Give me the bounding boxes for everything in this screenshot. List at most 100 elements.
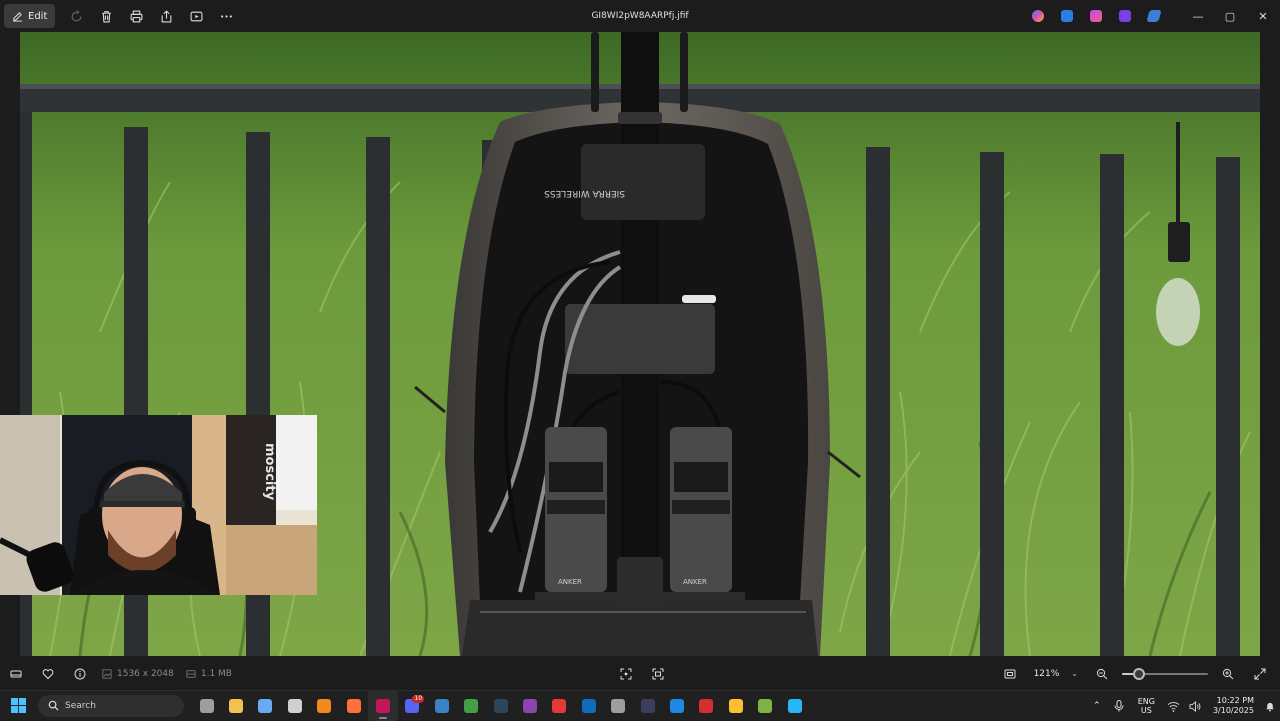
title-bar-right: — ▢ ✕ <box>1023 0 1280 32</box>
battery-left: ANKER <box>545 427 607 592</box>
select-icon <box>620 668 632 679</box>
copilot-icon <box>1031 10 1044 22</box>
taskbar-app-app-red[interactable] <box>545 691 574 721</box>
minimize-button[interactable]: — <box>1182 0 1214 32</box>
chevron-up-icon: ⌃ <box>1092 701 1101 711</box>
lang-code: ENG <box>1137 697 1155 706</box>
language-indicator[interactable]: ENG US <box>1138 697 1155 715</box>
start-button[interactable] <box>0 691 36 721</box>
filmstrip-button[interactable] <box>0 657 32 690</box>
wifi-icon <box>1168 701 1180 712</box>
taskbar-app-firefox[interactable] <box>339 691 368 721</box>
taskbar-app-shield[interactable] <box>603 691 632 721</box>
taskbar-app-file-explorer[interactable] <box>221 691 250 721</box>
obs-icon <box>287 698 302 713</box>
generative-erase-button[interactable] <box>1081 0 1110 32</box>
toolbar: Edit <box>0 0 241 32</box>
photos-app-window: Edit GI8WI2pW8AARPfj.jfif — ▢ ✕ SIERRA W… <box>0 0 1280 690</box>
maximize-button[interactable]: ▢ <box>1214 0 1246 32</box>
lang-region: US <box>1140 706 1152 715</box>
taskbar-app-maps[interactable] <box>457 691 486 721</box>
copilot-button[interactable] <box>1023 0 1052 32</box>
taskbar-app-vlc[interactable] <box>310 691 339 721</box>
notifications-button[interactable] <box>1260 691 1280 721</box>
webcam-overlay: moscity <box>0 415 317 595</box>
taskbar-app-outlook[interactable] <box>574 691 603 721</box>
app-blue-icon <box>669 698 684 713</box>
delete-button[interactable] <box>91 0 121 32</box>
zoom-dropdown[interactable]: 121% ⌄ <box>1026 663 1086 685</box>
print-icon <box>130 10 143 22</box>
taskbar-search[interactable]: Search <box>38 694 184 717</box>
file-info-button[interactable] <box>64 657 96 690</box>
share-button[interactable] <box>151 0 181 32</box>
battery-left-label: ANKER <box>558 578 582 586</box>
webcam-video: moscity <box>0 415 317 595</box>
fullscreen-button[interactable] <box>1244 657 1276 690</box>
notepad-icon <box>758 698 773 713</box>
taskbar: Search 10 ⌃ ENG US 10:22 PM 3/10/2025 <box>0 690 1280 721</box>
zoom-out-icon <box>1096 668 1108 679</box>
info-icon <box>74 668 86 679</box>
favorite-button[interactable] <box>32 657 64 690</box>
firefox-icon <box>346 698 361 713</box>
edit-icon <box>12 11 23 22</box>
rotate-button[interactable] <box>61 0 91 32</box>
slideshow-button[interactable] <box>181 0 211 32</box>
zoom-slider-thumb[interactable] <box>1133 667 1146 680</box>
zoom-slider[interactable] <box>1122 667 1208 681</box>
taskbar-app-steam[interactable] <box>486 691 515 721</box>
taskbar-app-copilot[interactable] <box>251 691 280 721</box>
taskbar-app-chrome[interactable] <box>721 691 750 721</box>
volume-button[interactable] <box>1185 691 1207 721</box>
crop-select-button[interactable] <box>610 657 642 690</box>
editor-button[interactable] <box>1052 0 1081 32</box>
clock[interactable]: 10:22 PM 3/10/2025 <box>1213 696 1254 716</box>
print-button[interactable] <box>121 0 151 32</box>
battery-right-label: ANKER <box>683 578 707 586</box>
taskbar-app-obs[interactable] <box>280 691 309 721</box>
shield-icon <box>611 698 626 713</box>
taskbar-app-app-blue[interactable] <box>662 691 691 721</box>
more-button[interactable] <box>211 0 241 32</box>
search-icon <box>48 700 59 711</box>
app-red-icon <box>552 698 567 713</box>
terminal-icon <box>640 698 655 713</box>
app-purple-icon <box>522 698 537 713</box>
designer-button[interactable] <box>1110 0 1139 32</box>
taskbar-app-app-red-circle[interactable] <box>692 691 721 721</box>
taskbar-app-snipping[interactable] <box>780 691 809 721</box>
taskbar-app-terminal[interactable] <box>633 691 662 721</box>
taskbar-app-vscode[interactable] <box>427 691 456 721</box>
heart-icon <box>42 668 54 679</box>
clipchamp-button[interactable] <box>1139 0 1168 32</box>
editor-icon <box>1060 10 1073 22</box>
taskbar-app-app-purple[interactable] <box>515 691 544 721</box>
zoom-out-button[interactable] <box>1086 657 1118 690</box>
microphone-button[interactable] <box>1108 691 1130 721</box>
fit-to-window-button[interactable] <box>994 657 1026 690</box>
zoom-in-button[interactable] <box>1212 657 1244 690</box>
designer-icon <box>1118 10 1131 22</box>
storage-icon <box>186 669 196 678</box>
edit-label: Edit <box>28 10 48 22</box>
image-icon <box>102 668 112 679</box>
edit-button[interactable]: Edit <box>4 4 56 28</box>
wifi-button[interactable] <box>1163 691 1185 721</box>
visual-search-button[interactable] <box>642 657 674 690</box>
vlc-icon <box>317 698 332 713</box>
copilot-icon <box>258 698 273 713</box>
taskbar-app-task-view[interactable] <box>192 691 221 721</box>
photos-icon <box>376 698 391 713</box>
tray-overflow-button[interactable]: ⌃ <box>1086 691 1108 721</box>
zoom-level: 121% <box>1033 668 1060 679</box>
poster-text: moscity <box>262 443 277 501</box>
taskbar-app-discord[interactable]: 10 <box>398 691 427 721</box>
taskbar-app-notepad[interactable] <box>750 691 779 721</box>
image-dimensions: 1536 x 2048 <box>102 669 174 679</box>
taskbar-app-photos[interactable] <box>368 690 398 721</box>
delete-icon <box>102 10 111 22</box>
task-view-icon <box>199 698 214 713</box>
generative-erase-icon <box>1089 10 1102 22</box>
close-button[interactable]: ✕ <box>1246 0 1280 32</box>
